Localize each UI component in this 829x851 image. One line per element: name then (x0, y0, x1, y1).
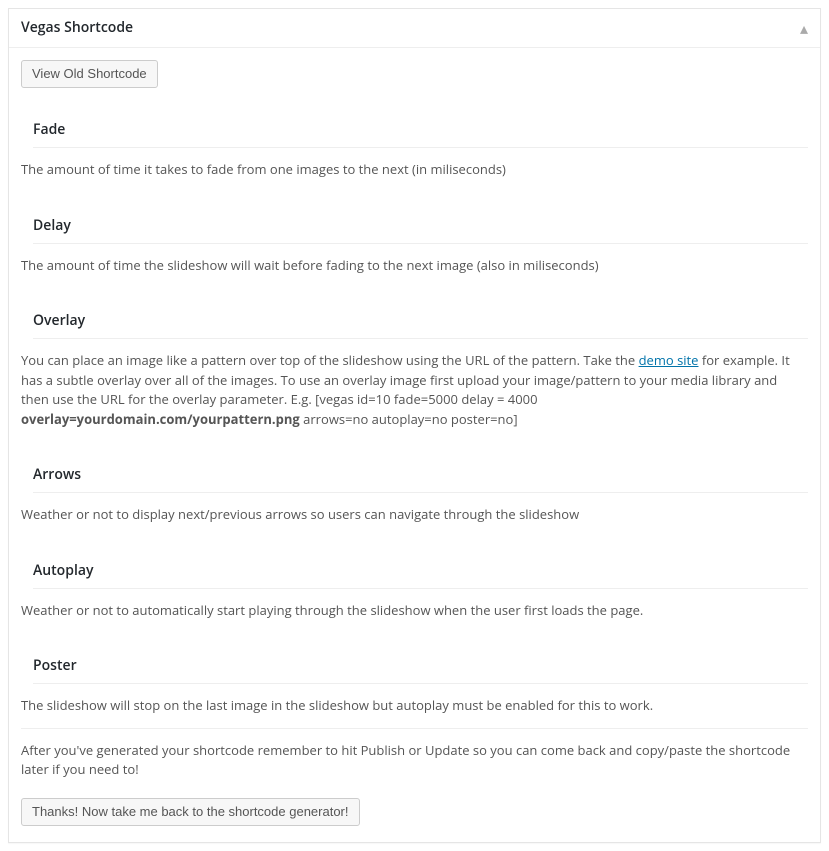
overlay-desc-text-before: You can place an image like a pattern ov… (21, 351, 639, 369)
view-old-shortcode-button[interactable]: View Old Shortcode (21, 60, 158, 88)
overlay-description: You can place an image like a pattern ov… (21, 339, 808, 441)
fade-description: The amount of time it takes to fade from… (21, 148, 808, 192)
generator-note: After you've generated your shortcode re… (21, 728, 808, 798)
panel-title: Vegas Shortcode (21, 18, 133, 38)
bottom-button-wrap: Thanks! Now take me back to the shortcod… (21, 798, 808, 830)
autoplay-description: Weather or not to automatically start pl… (21, 589, 808, 633)
arrows-heading: Arrows (33, 457, 808, 493)
poster-heading: Poster (33, 648, 808, 684)
demo-site-link[interactable]: demo site (639, 351, 699, 369)
vegas-shortcode-panel: Vegas Shortcode ▴ View Old Shortcode Fad… (8, 8, 821, 843)
delay-heading: Delay (33, 208, 808, 244)
panel-header: Vegas Shortcode ▴ (9, 9, 820, 48)
delay-description: The amount of time the slideshow will wa… (21, 244, 808, 288)
collapse-toggle-icon[interactable]: ▴ (800, 17, 808, 39)
autoplay-heading: Autoplay (33, 553, 808, 589)
poster-description: The slideshow will stop on the last imag… (21, 684, 808, 728)
arrows-description: Weather or not to display next/previous … (21, 493, 808, 537)
overlay-desc-bold: overlay=yourdomain.com/yourpattern.png (21, 410, 300, 428)
fade-heading: Fade (33, 112, 808, 148)
panel-body: View Old Shortcode Fade The amount of ti… (9, 48, 820, 842)
overlay-heading: Overlay (33, 303, 808, 339)
overlay-desc-after-bold: arrows=no autoplay=no poster=no] (300, 410, 518, 428)
back-to-generator-button[interactable]: Thanks! Now take me back to the shortcod… (21, 798, 360, 826)
